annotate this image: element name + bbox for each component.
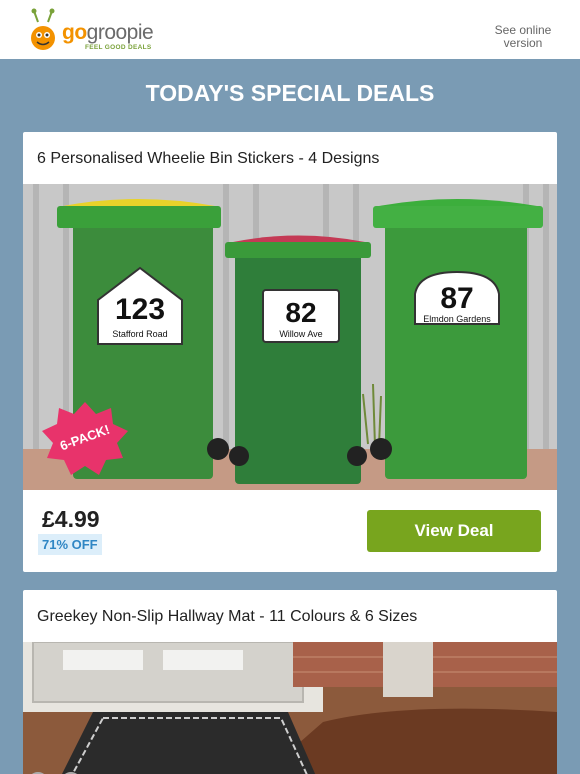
deal-title[interactable]: 6 Personalised Wheelie Bin Stickers - 4 … bbox=[37, 150, 379, 168]
discount-badge: 71% OFF bbox=[38, 534, 102, 555]
deal-image[interactable] bbox=[23, 642, 557, 774]
deal-image[interactable]: 123 Stafford Road 82 Willow Ave 87 Elmdo… bbox=[23, 184, 557, 490]
deal-card: Greekey Non-Slip Hallway Mat - 11 Colour… bbox=[23, 590, 557, 774]
hero-title: TODAY'S SPECIAL DEALS bbox=[145, 80, 435, 106]
logo-tagline: FEEL GOOD DEALS bbox=[85, 44, 152, 51]
hallway-mat-image bbox=[23, 642, 557, 774]
deal-price: £4.99 bbox=[42, 506, 100, 532]
bin-2-number: 82 bbox=[285, 297, 316, 328]
wheelie-bins-image: 123 Stafford Road 82 Willow Ave 87 Elmdo… bbox=[23, 184, 557, 490]
logo-groopie: groopie bbox=[86, 21, 154, 44]
gogroopie-logo[interactable]: gogroopie FEEL GOOD DEALS bbox=[28, 8, 168, 52]
view-deal-button[interactable]: View Deal bbox=[367, 510, 541, 552]
header: gogroopie FEEL GOOD DEALS See online ver… bbox=[0, 0, 580, 59]
logo-wordmark: gogroopie bbox=[62, 21, 154, 44]
bin-1-street: Stafford Road bbox=[112, 329, 167, 339]
deal-card: 6 Personalised Wheelie Bin Stickers - 4 … bbox=[23, 132, 557, 572]
logo-go: go bbox=[62, 21, 87, 44]
bin-1-number: 123 bbox=[115, 293, 165, 326]
mascot-icon bbox=[31, 8, 55, 50]
bin-2-street: Willow Ave bbox=[279, 329, 322, 339]
see-online-link[interactable]: See online version bbox=[488, 24, 558, 50]
bin-3-street: Elmdon Gardens bbox=[423, 314, 491, 324]
bin-3-number: 87 bbox=[440, 282, 473, 315]
deal-title[interactable]: Greekey Non-Slip Hallway Mat - 11 Colour… bbox=[37, 608, 417, 626]
